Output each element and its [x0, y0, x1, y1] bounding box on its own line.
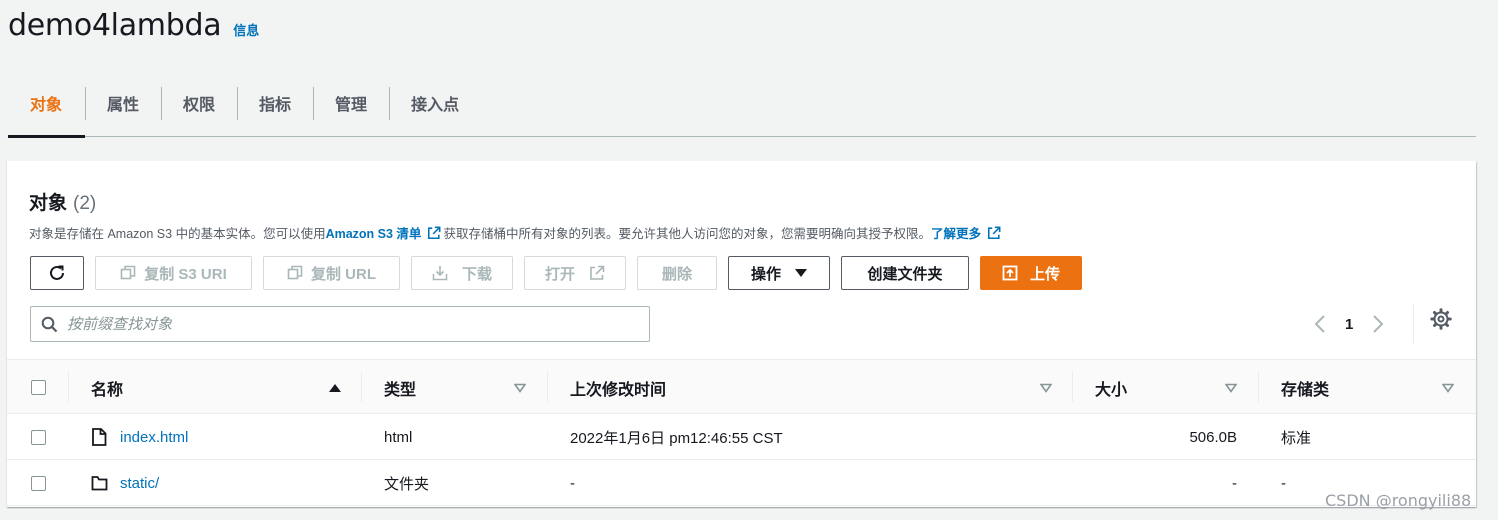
- table-header: 名称 类型 上次修改时间 大小 存储类: [7, 359, 1476, 414]
- objects-description: 对象是存储在 Amazon S3 中的基本实体。您可以使用 Amazon S3 …: [29, 223, 1003, 242]
- type-cell: html: [384, 428, 413, 446]
- column-divider: [1072, 372, 1073, 402]
- column-header-storage-class[interactable]: 存储类: [1281, 360, 1454, 415]
- tab-management[interactable]: 管理: [313, 70, 389, 137]
- tab-objects[interactable]: 对象: [8, 70, 85, 138]
- learn-more-link[interactable]: 了解更多: [931, 223, 981, 242]
- folder-icon: [91, 476, 108, 491]
- bucket-name: demo4lambda: [8, 8, 222, 43]
- open-button[interactable]: 打开: [524, 256, 626, 290]
- chevron-left-icon[interactable]: [1313, 314, 1327, 334]
- column-header-type[interactable]: 类型: [384, 360, 526, 415]
- objects-count: (2): [73, 193, 97, 214]
- watermark: CSDN @rongyili88: [1325, 491, 1472, 510]
- pager-divider: [1413, 305, 1414, 343]
- column-type-label: 类型: [384, 381, 417, 399]
- info-link[interactable]: 信息: [233, 20, 259, 39]
- copy-s3-uri-button[interactable]: 复制 S3 URI: [95, 256, 252, 290]
- size-cell: -: [1232, 474, 1237, 492]
- copy-s3-uri-label: 复制 S3 URI: [144, 265, 227, 283]
- object-link[interactable]: static/: [120, 475, 159, 492]
- create-folder-label: 创建文件夹: [867, 265, 943, 283]
- sort-ascending-icon: [329, 383, 341, 392]
- objects-title: 对象: [29, 193, 68, 214]
- name-cell: index.html: [91, 414, 188, 460]
- actions-dropdown[interactable]: 操作: [728, 256, 830, 290]
- column-divider: [1258, 372, 1259, 402]
- upload-label: 上传: [1029, 265, 1060, 283]
- column-size-label: 大小: [1095, 381, 1128, 399]
- delete-label: 删除: [661, 265, 692, 283]
- modified-cell: 2022年1月6日 pm12:46:55 CST: [570, 429, 783, 447]
- tab-permissions[interactable]: 权限: [161, 70, 237, 137]
- storage-class-cell: 标准: [1281, 429, 1312, 447]
- column-header-name[interactable]: 名称: [91, 360, 341, 415]
- open-label: 打开: [544, 265, 575, 283]
- row-select-cell: [31, 414, 46, 460]
- gear-icon[interactable]: [1430, 308, 1452, 330]
- storage-class-cell: -: [1281, 474, 1286, 492]
- tab-access-points[interactable]: 接入点: [389, 70, 481, 137]
- row-select-cell: [31, 460, 46, 506]
- upload-icon: [1002, 265, 1018, 281]
- refresh-icon: [50, 265, 64, 280]
- type-cell: 文件夹: [384, 475, 430, 493]
- caret-down-icon: [795, 269, 807, 277]
- column-header-modified[interactable]: 上次修改时间: [570, 360, 1052, 415]
- copy-icon: [120, 265, 136, 280]
- upload-button[interactable]: 上传: [980, 256, 1082, 290]
- create-folder-button[interactable]: 创建文件夹: [841, 256, 969, 290]
- select-all-checkbox[interactable]: [31, 380, 46, 395]
- actions-label: 操作: [750, 265, 781, 283]
- modified-cell: -: [570, 474, 575, 492]
- column-header-size[interactable]: 大小: [1095, 360, 1237, 415]
- sort-icon: [1442, 383, 1454, 393]
- tab-properties[interactable]: 属性: [85, 70, 161, 137]
- row-checkbox[interactable]: [31, 475, 46, 491]
- copy-url-label: 复制 URL: [311, 265, 376, 283]
- column-name-label: 名称: [91, 381, 124, 399]
- delete-button[interactable]: 删除: [637, 256, 717, 290]
- current-page[interactable]: 1: [1345, 316, 1353, 333]
- table-row[interactable]: static/ 文件夹 - - -: [7, 460, 1476, 506]
- column-divider: [68, 372, 69, 402]
- column-modified-label: 上次修改时间: [570, 381, 667, 399]
- search-box[interactable]: [30, 306, 650, 342]
- sort-icon: [1040, 383, 1052, 393]
- description-text-1: 对象是存储在 Amazon S3 中的基本实体。您可以使用: [29, 227, 326, 241]
- download-icon: [432, 266, 448, 281]
- sort-icon: [1225, 383, 1237, 393]
- search-input[interactable]: [67, 315, 627, 333]
- select-all-cell: [31, 360, 46, 415]
- table-row[interactable]: index.html html 2022年1月6日 pm12:46:55 CST…: [7, 414, 1476, 460]
- search-icon: [41, 316, 58, 332]
- copy-icon: [287, 265, 303, 280]
- download-button[interactable]: 下载: [411, 256, 513, 290]
- inventory-link[interactable]: Amazon S3 清单: [326, 223, 422, 242]
- row-checkbox[interactable]: [31, 429, 46, 445]
- objects-heading: 对象 (2): [29, 188, 96, 215]
- bucket-header: demo4lambda 信息: [8, 8, 259, 43]
- file-icon: [92, 428, 107, 446]
- object-link[interactable]: index.html: [120, 429, 188, 446]
- tab-bar: 对象 属性 权限 指标 管理 接入点: [8, 70, 1476, 138]
- column-divider: [361, 372, 362, 402]
- column-storage-label: 存储类: [1281, 381, 1330, 399]
- download-label: 下载: [461, 265, 492, 283]
- objects-panel: 对象 (2) 对象是存储在 Amazon S3 中的基本实体。您可以使用 Ama…: [7, 161, 1476, 507]
- pagination: 1: [1313, 305, 1414, 343]
- size-cell: 506.0B: [1189, 428, 1237, 446]
- tab-metrics[interactable]: 指标: [237, 70, 313, 137]
- refresh-button[interactable]: [30, 256, 84, 290]
- copy-url-button[interactable]: 复制 URL: [263, 256, 400, 290]
- sort-icon: [514, 383, 526, 393]
- chevron-right-icon[interactable]: [1371, 314, 1385, 334]
- description-text-2: 获取存储桶中所有对象的列表。要允许其他人访问您的对象，您需要明确向其授予权限。: [443, 227, 931, 241]
- objects-table: 名称 类型 上次修改时间 大小 存储类 index.html html 2022…: [7, 359, 1476, 506]
- external-link-icon: [428, 226, 441, 239]
- external-link-icon: [590, 265, 605, 280]
- external-link-icon: [987, 226, 1001, 239]
- column-divider: [547, 372, 548, 402]
- name-cell: static/: [91, 460, 159, 506]
